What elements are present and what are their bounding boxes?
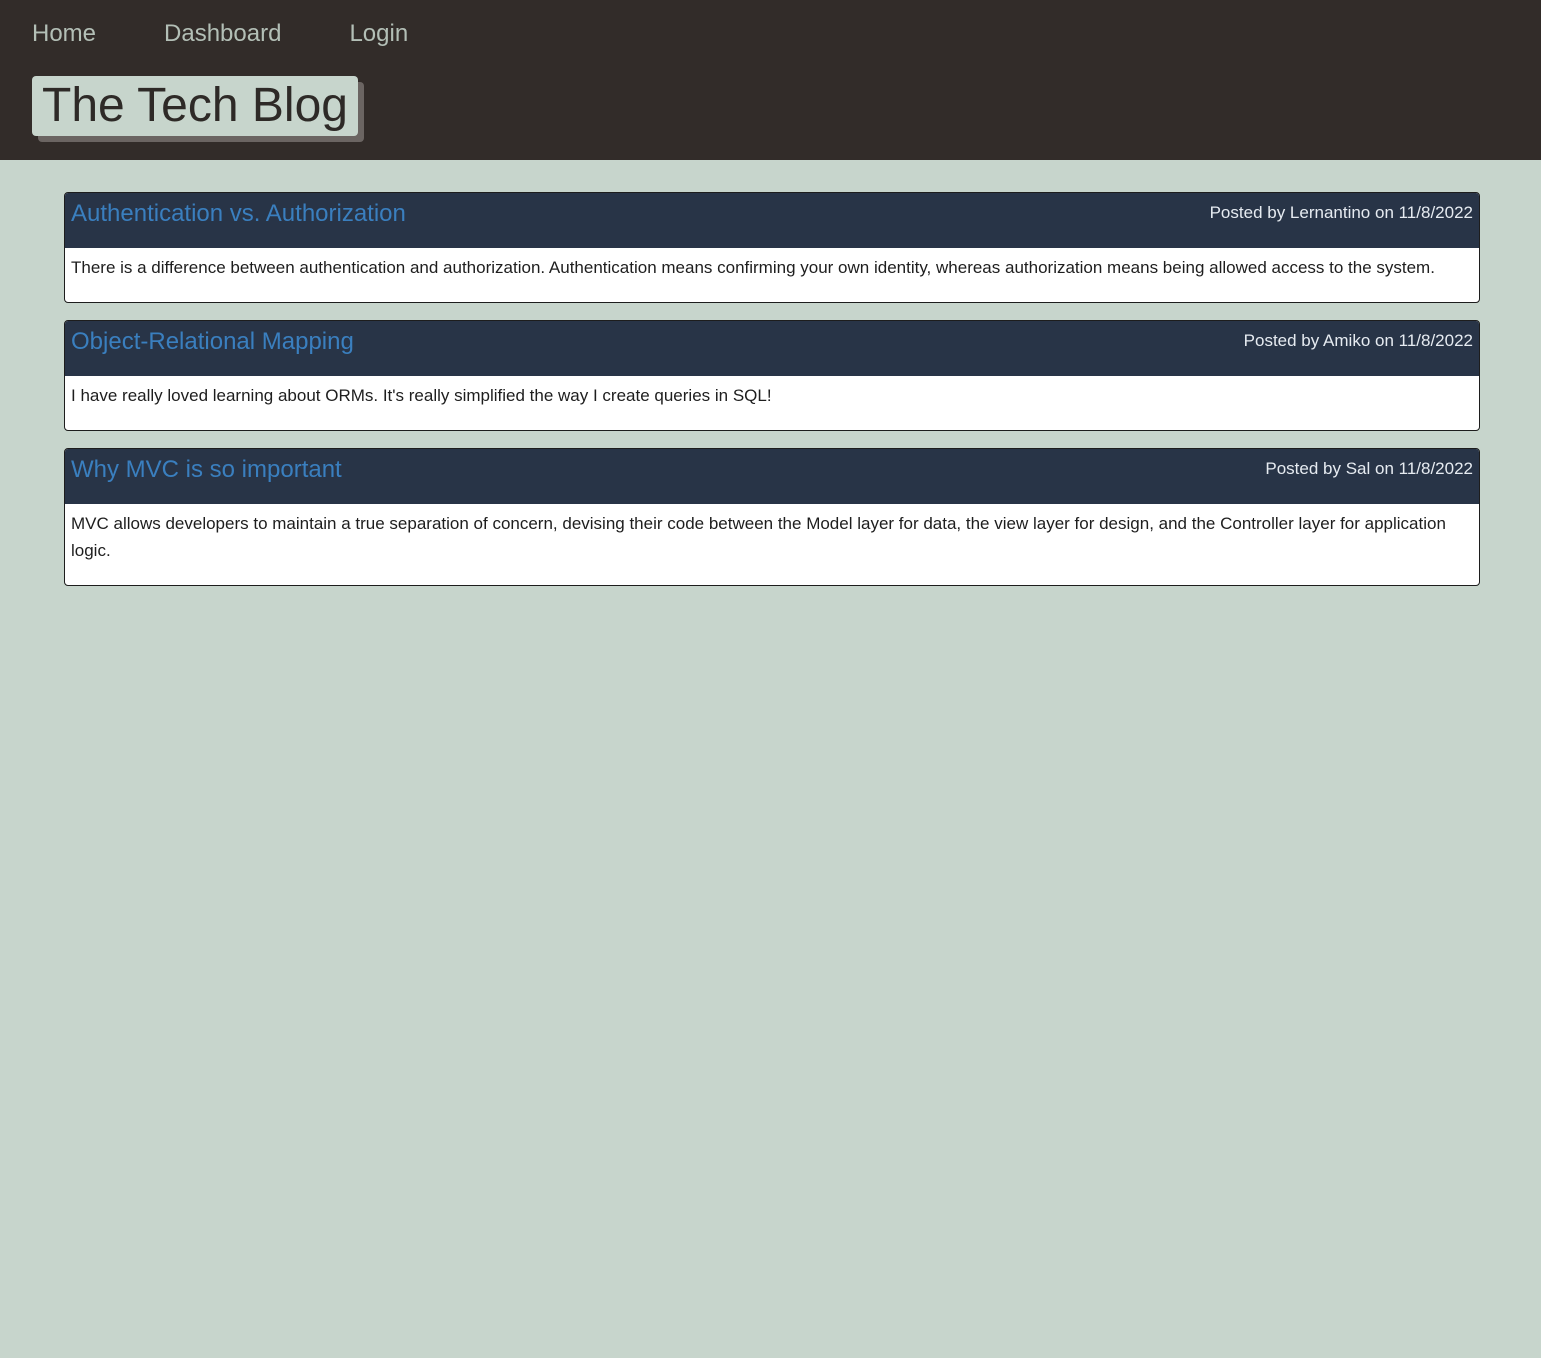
post-title-link[interactable]: Authentication vs. Authorization <box>71 202 406 226</box>
post-body: I have really loved learning about ORMs.… <box>71 386 772 405</box>
nav-home-link[interactable]: Home <box>32 20 96 48</box>
post-header: Object-Relational Mapping Posted by Amik… <box>65 321 1479 376</box>
post-card: Authentication vs. Authorization Posted … <box>64 192 1480 303</box>
post-meta: Posted by Lernantino on 11/8/2022 <box>1209 203 1473 222</box>
post-list: Authentication vs. Authorization Posted … <box>0 160 1541 586</box>
nav-login-link[interactable]: Login <box>349 20 408 48</box>
post-header: Why MVC is so important Posted by Sal on… <box>65 449 1479 504</box>
post-meta: Posted by Sal on 11/8/2022 <box>1265 459 1473 478</box>
post-title-link[interactable]: Why MVC is so important <box>71 458 342 482</box>
post-card: Why MVC is so important Posted by Sal on… <box>64 448 1480 586</box>
post-body: There is a difference between authentica… <box>71 258 1435 277</box>
nav-dashboard-link[interactable]: Dashboard <box>164 20 281 48</box>
post-meta: Posted by Amiko on 11/8/2022 <box>1243 331 1473 350</box>
post-body: MVC allows developers to maintain a true… <box>71 514 1446 560</box>
post-card: Object-Relational Mapping Posted by Amik… <box>64 320 1480 431</box>
post-title-link[interactable]: Object-Relational Mapping <box>71 330 354 354</box>
site-title: The Tech Blog <box>32 76 358 136</box>
post-header: Authentication vs. Authorization Posted … <box>65 193 1479 248</box>
site-header: Home Dashboard Login The Tech Blog <box>0 0 1541 160</box>
main-nav: Home Dashboard Login <box>32 0 1509 68</box>
